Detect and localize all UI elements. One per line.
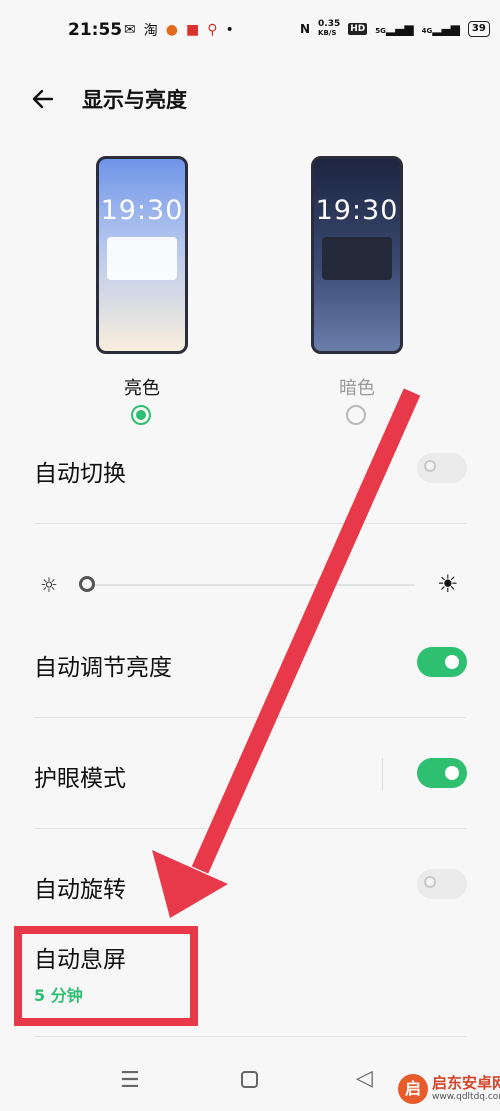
back-nav-icon[interactable]: ◁ bbox=[356, 1066, 373, 1091]
watermark-name: 启东安卓网 bbox=[432, 1074, 500, 1092]
watermark-logo-icon: 启 bbox=[398, 1074, 428, 1104]
watermark: 启 启东安卓网 www.qdltdq.com bbox=[398, 1074, 500, 1104]
menu-nav-icon[interactable]: ☰ bbox=[120, 1068, 140, 1093]
annotation-arrow-icon bbox=[152, 388, 421, 918]
home-nav-icon[interactable] bbox=[241, 1071, 258, 1088]
watermark-url: www.qdltdq.com bbox=[432, 1092, 500, 1102]
